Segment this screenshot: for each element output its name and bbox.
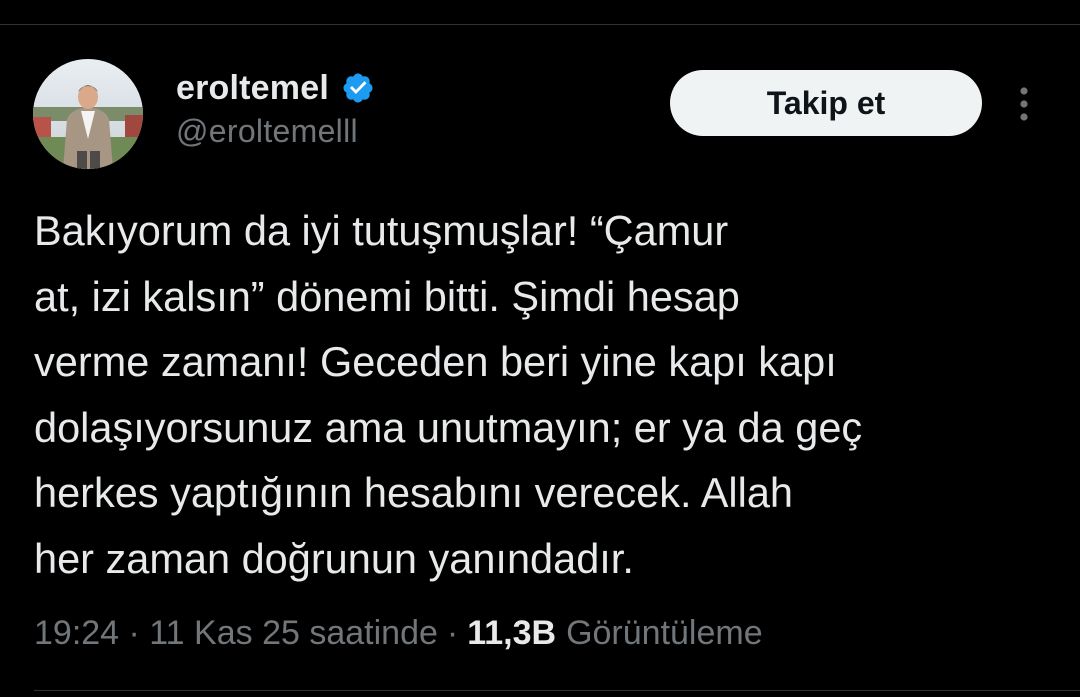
views-count: 11,3B	[467, 613, 557, 652]
top-divider	[0, 24, 1080, 25]
follow-button[interactable]: Takip et	[670, 70, 982, 136]
display-name-row: eroltemel	[176, 66, 375, 110]
tweet-timestamp[interactable]: 19:24 · 11 Kas 25 saatinde	[34, 614, 438, 653]
tweet-meta: 19:24 · 11 Kas 25 saatinde · 11,3B Görün…	[34, 610, 763, 656]
profile-photo-icon	[33, 59, 143, 169]
views-label: Görüntüleme	[566, 613, 763, 652]
verified-badge-icon	[341, 71, 375, 105]
tweet-text: Bakıyorum da iyi tutuşmuşlar! “Çamur at,…	[34, 207, 863, 582]
user-handle[interactable]: @eroltemelll	[176, 113, 358, 150]
more-options-icon[interactable]	[1011, 86, 1037, 122]
avatar[interactable]	[33, 59, 143, 169]
display-name[interactable]: eroltemel	[176, 69, 329, 108]
bottom-divider	[34, 690, 1080, 691]
meta-separator: ·	[446, 613, 459, 652]
